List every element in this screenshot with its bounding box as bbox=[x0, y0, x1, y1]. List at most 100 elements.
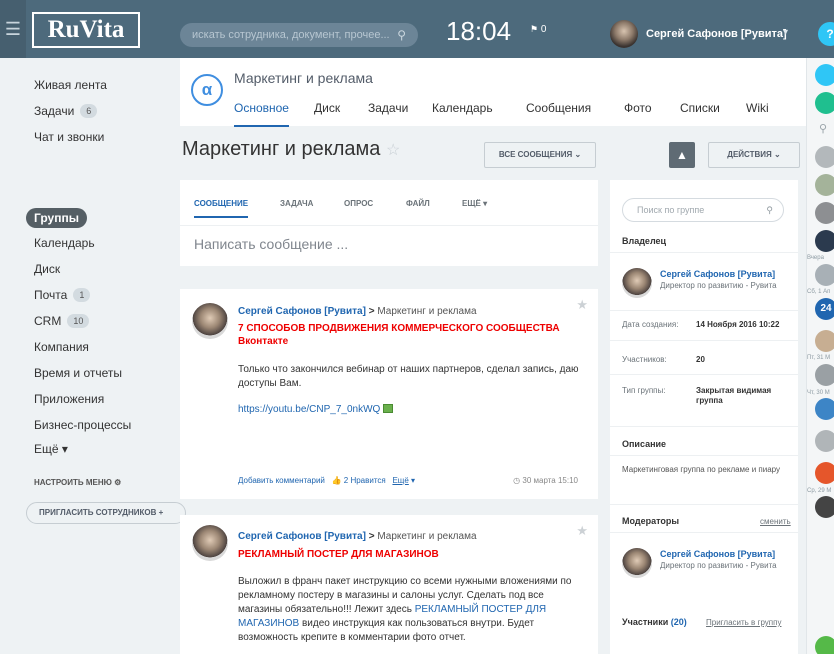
contact-avatar[interactable] bbox=[815, 264, 834, 286]
message-input[interactable]: Написать сообщение ... bbox=[194, 236, 348, 252]
star-icon[interactable]: ★ bbox=[576, 523, 588, 539]
counter-badge[interactable]: 24 bbox=[815, 298, 834, 320]
date-label: Пт, 31 М bbox=[807, 355, 831, 361]
post-author: Сергей Сафонов [Рувита] > Маркетинг и ре… bbox=[238, 306, 477, 317]
clock[interactable]: 18:04 bbox=[446, 16, 511, 46]
contact-avatar[interactable] bbox=[815, 146, 834, 168]
invite-to-group-link[interactable]: Пригласить в группу bbox=[706, 618, 781, 627]
search-input[interactable]: искать сотрудника, документ, прочее... ⚲ bbox=[180, 23, 418, 47]
actions-dropdown[interactable]: ДЕЙСТВИЯ ⌄ bbox=[708, 142, 800, 168]
sidebar-item-company[interactable]: Компания bbox=[34, 340, 89, 354]
tab-message[interactable]: СООБЩЕНИЕ bbox=[194, 199, 249, 218]
bell-icon[interactable]: ▲ bbox=[669, 142, 695, 168]
contact-avatar[interactable] bbox=[815, 174, 834, 196]
logo[interactable]: RuVita bbox=[32, 12, 140, 48]
owner-avatar[interactable] bbox=[622, 268, 652, 298]
moderators-heading: Модераторы bbox=[622, 516, 680, 526]
tab-messages[interactable]: Сообщения bbox=[526, 101, 591, 115]
search-icon[interactable]: ⚲ bbox=[819, 122, 827, 135]
call-icon[interactable] bbox=[815, 636, 834, 654]
post-footer: Добавить комментарий 👍 2 Нравится Ещё ▾ … bbox=[238, 476, 588, 485]
search-icon[interactable]: ⚲ bbox=[397, 23, 406, 47]
contact-avatar[interactable] bbox=[815, 330, 834, 352]
participants-heading[interactable]: Участники (20) bbox=[622, 617, 687, 627]
user-avatar[interactable] bbox=[610, 20, 638, 48]
chat-icon[interactable] bbox=[815, 92, 834, 114]
sidebar-item-time[interactable]: Время и отчеты bbox=[34, 366, 122, 380]
tab-photo[interactable]: Фото bbox=[624, 101, 652, 115]
sidebar-item-apps[interactable]: Приложения bbox=[34, 392, 104, 406]
moderator-avatar[interactable] bbox=[622, 548, 652, 578]
notifications-icon[interactable] bbox=[815, 64, 834, 86]
owner-position: Директор по развитию - Рувита bbox=[660, 281, 777, 290]
sidebar-item-calendar[interactable]: Календарь bbox=[34, 236, 95, 250]
post-title[interactable]: 7 СПОСОБОВ ПРОДВИЖЕНИЯ КОММЕРЧЕСКОГО СОО… bbox=[238, 322, 584, 348]
post-destination[interactable]: Маркетинг и реклама bbox=[377, 306, 476, 317]
contact-avatar[interactable] bbox=[815, 398, 834, 420]
phone-icon[interactable] bbox=[815, 462, 834, 484]
contact-avatar[interactable] bbox=[815, 230, 834, 252]
group-header: α Маркетинг и реклама Основное Диск Зада… bbox=[180, 58, 806, 127]
search-icon[interactable]: ⚲ bbox=[766, 199, 773, 221]
author-link[interactable]: Сергей Сафонов [Рувита] bbox=[238, 531, 366, 542]
contact-avatar[interactable] bbox=[815, 202, 834, 224]
sidebar-item-label: Живая лента bbox=[34, 78, 107, 92]
sidebar-item-processes[interactable]: Бизнес-процессы bbox=[34, 418, 131, 432]
moderator-name[interactable]: Сергей Сафонов [Рувита] bbox=[660, 549, 775, 560]
tab-task[interactable]: ЗАДАЧА bbox=[280, 199, 313, 208]
post-link[interactable]: https://youtu.be/CNP_7_0nkWQ bbox=[238, 404, 394, 415]
tab-disk[interactable]: Диск bbox=[314, 101, 340, 115]
contact-avatar[interactable] bbox=[815, 364, 834, 386]
group-name[interactable]: Маркетинг и реклама bbox=[234, 70, 373, 86]
contact-avatar[interactable] bbox=[815, 430, 834, 452]
sidebar-item-disk[interactable]: Диск bbox=[34, 262, 60, 276]
plus-icon: + bbox=[158, 508, 164, 517]
group-icon[interactable]: α bbox=[191, 74, 223, 106]
post-destination[interactable]: Маркетинг и реклама bbox=[377, 531, 476, 542]
tab-poll[interactable]: ОПРОС bbox=[344, 199, 373, 208]
thumbs-up-icon: 👍 bbox=[331, 476, 342, 485]
like-button[interactable]: 👍 2 Нравится bbox=[332, 476, 386, 485]
type-label: Тип группы: bbox=[622, 386, 666, 395]
chevron-down-icon: ⌄ bbox=[574, 150, 582, 159]
change-moderators-link[interactable]: сменить bbox=[760, 517, 791, 526]
flag-counter[interactable]: ⚑ 0 bbox=[530, 24, 546, 35]
contact-avatar[interactable] bbox=[815, 496, 834, 518]
tab-calendar[interactable]: Календарь bbox=[432, 101, 493, 115]
sidebar-item-tasks[interactable]: Задачи 6 bbox=[34, 104, 98, 118]
tab-file[interactable]: ФАЙЛ bbox=[406, 199, 430, 208]
link-text: https://youtu.be/CNP_7_0nkWQ bbox=[238, 404, 381, 415]
help-icon[interactable]: ? bbox=[818, 22, 834, 46]
more-link[interactable]: Ещё ▾ bbox=[392, 476, 415, 485]
sidebar-item-label: CRM bbox=[34, 314, 62, 328]
tab-tasks[interactable]: Задачи bbox=[368, 101, 408, 115]
all-messages-dropdown[interactable]: ВСЕ СООБЩЕНИЯ ⌄ bbox=[484, 142, 596, 168]
date-text: 30 марта 15:10 bbox=[522, 476, 578, 485]
menu-icon[interactable]: ☰ bbox=[0, 0, 26, 58]
sidebar-item-more[interactable]: Ещё ▾ bbox=[34, 442, 68, 456]
star-icon[interactable]: ☆ bbox=[386, 142, 400, 159]
post-title[interactable]: РЕКЛАМНЫЙ ПОСТЕР ДЛЯ МАГАЗИНОВ bbox=[238, 548, 439, 561]
user-name[interactable]: Сергей Сафонов [Рувита] bbox=[646, 28, 787, 40]
tab-lists[interactable]: Списки bbox=[680, 101, 720, 115]
sidebar-item-groups[interactable]: Группы bbox=[26, 208, 87, 228]
configure-menu-button[interactable]: НАСТРОИТЬ МЕНЮ ⚙ bbox=[34, 478, 121, 487]
author-avatar[interactable] bbox=[192, 303, 228, 339]
author-link[interactable]: Сергей Сафонов [Рувита] bbox=[238, 306, 366, 317]
app-window: ☰ RuVita искать сотрудника, документ, пр… bbox=[0, 0, 834, 654]
owner-name[interactable]: Сергей Сафонов [Рувита] bbox=[660, 269, 775, 280]
sidebar-item-chat[interactable]: Чат и звонки bbox=[34, 130, 104, 144]
tab-main[interactable]: Основное bbox=[234, 101, 289, 127]
add-comment-link[interactable]: Добавить комментарий bbox=[238, 476, 325, 485]
sidebar-item-crm[interactable]: CRM 10 bbox=[34, 314, 90, 328]
sidebar-item-mail[interactable]: Почта 1 bbox=[34, 288, 91, 302]
star-icon[interactable]: ★ bbox=[576, 297, 588, 313]
group-search-input[interactable]: Поиск по группе ⚲ bbox=[622, 198, 784, 222]
author-avatar[interactable] bbox=[192, 525, 228, 561]
chevron-down-icon[interactable]: ▾ bbox=[783, 27, 788, 38]
invite-employees-button[interactable]: ПРИГЛАСИТЬ СОТРУДНИКОВ + bbox=[26, 502, 186, 524]
tab-wiki[interactable]: Wiki bbox=[746, 101, 769, 115]
more-label: Ещё bbox=[392, 476, 409, 485]
tab-more[interactable]: ЕЩЁ ▾ bbox=[462, 199, 487, 208]
sidebar-item-feed[interactable]: Живая лента bbox=[34, 78, 107, 92]
